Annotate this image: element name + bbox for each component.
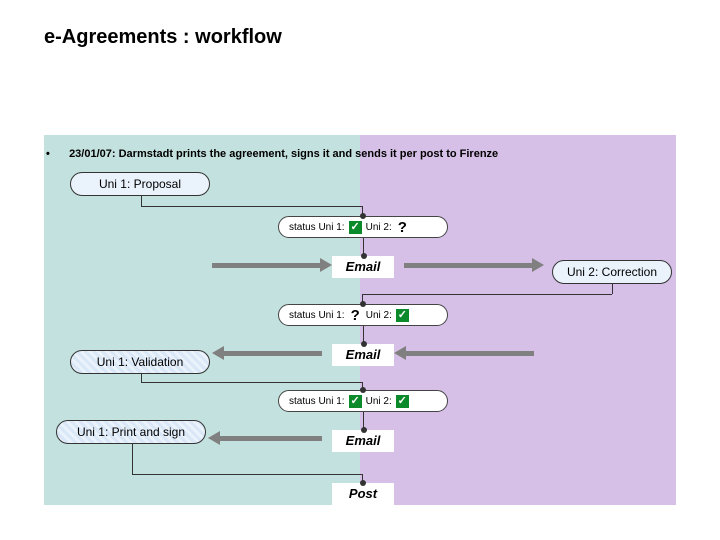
- status-row-3-uni2-label: Uni 2:: [366, 396, 392, 407]
- status-row-3-uni1-label: status Uni 1:: [289, 396, 345, 407]
- connector: [141, 206, 363, 207]
- question-icon: ?: [349, 307, 362, 324]
- connector: [362, 206, 363, 216]
- bullet-dot: •: [46, 148, 66, 160]
- post-label: Post: [332, 483, 394, 505]
- stage-proposal: Uni 1: Proposal: [70, 172, 210, 196]
- status-row-1: status Uni 1: ✓ Uni 2: ?: [278, 216, 448, 238]
- check-icon: ✓: [349, 221, 362, 234]
- connector: [363, 412, 364, 430]
- page-title: e-Agreements : workflow: [44, 26, 282, 49]
- arrow-email2-left: [222, 351, 322, 356]
- connector: [363, 326, 364, 344]
- bullet-line: • 23/01/07: Darmstadt prints the agreeme…: [46, 148, 498, 160]
- check-icon: ✓: [396, 395, 409, 408]
- connector: [362, 294, 363, 304]
- check-icon: ✓: [349, 395, 362, 408]
- stage-print: Uni 1: Print and sign: [56, 420, 206, 444]
- status-row-1-uni2-label: Uni 2:: [366, 222, 392, 233]
- email-label-1: Email: [332, 256, 394, 278]
- connector: [612, 284, 613, 294]
- status-row-2: status Uni 1: ? Uni 2: ✓: [278, 304, 448, 326]
- connector: [141, 196, 142, 206]
- check-icon: ✓: [396, 309, 409, 322]
- bullet-text: 23/01/07: Darmstadt prints the agreement…: [69, 148, 498, 160]
- stage-validation: Uni 1: Validation: [70, 350, 210, 374]
- question-icon: ?: [396, 219, 409, 236]
- connector: [363, 238, 364, 256]
- connector: [132, 474, 363, 475]
- connector: [132, 444, 133, 474]
- connector: [362, 474, 363, 483]
- status-row-3: status Uni 1: ✓ Uni 2: ✓: [278, 390, 448, 412]
- stage-correction: Uni 2: Correction: [552, 260, 672, 284]
- email-label-3: Email: [332, 430, 394, 452]
- email-label-2: Email: [332, 344, 394, 366]
- arrow-email1-left: [212, 263, 322, 268]
- connector: [141, 374, 142, 382]
- connector: [362, 294, 612, 295]
- status-row-2-uni1-label: status Uni 1:: [289, 310, 345, 321]
- arrow-email1-right: [404, 263, 534, 268]
- slide: e-Agreements : workflow • 23/01/07: Darm…: [0, 0, 720, 540]
- connector: [362, 382, 363, 390]
- arrow-email2-right: [404, 351, 534, 356]
- connector: [141, 382, 363, 383]
- status-row-2-uni2-label: Uni 2:: [366, 310, 392, 321]
- arrow-email3-left: [218, 436, 322, 441]
- status-row-1-uni1-label: status Uni 1:: [289, 222, 345, 233]
